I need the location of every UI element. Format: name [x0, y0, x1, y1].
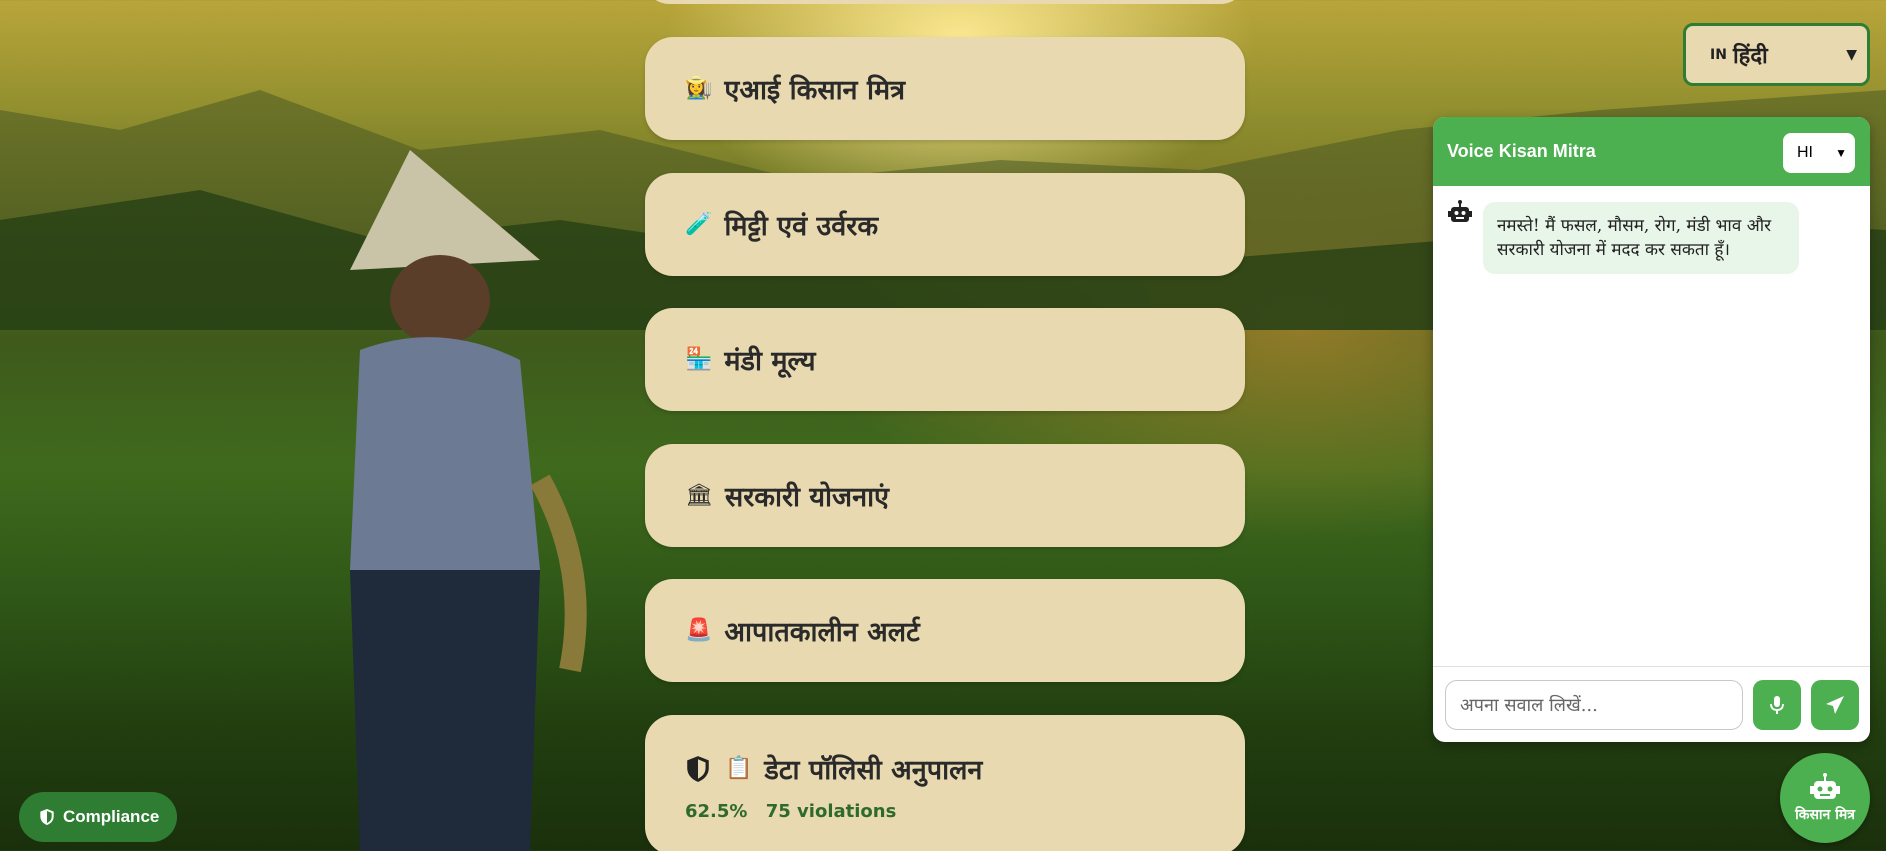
menu-card-label: सरकारी योजनाएं: [724, 482, 889, 513]
farmer-illustration: [350, 150, 587, 851]
language-select[interactable]: IN हिंदी ▼: [1683, 23, 1870, 86]
chat-title: Voice Kisan Mitra: [1447, 141, 1596, 161]
shield-icon: [40, 809, 54, 825]
chat-panel: Voice Kisan Mitra HI ▼ नमस्ते! मैं फसल, …: [1433, 117, 1870, 742]
menu-card-label: मंडी मूल्य: [724, 346, 816, 377]
kisan-mitra-fab[interactable]: किसान मित्र: [1780, 753, 1870, 843]
policy-stats: 62.5% 75 violations: [685, 801, 896, 822]
chat-footer: अपना सवाल लिखें...: [1433, 666, 1870, 742]
menu-card-soil-fertilizer[interactable]: 🧪 मिट्टी एवं उर्वरक: [645, 173, 1245, 276]
menu-card-label: मिट्टी एवं उर्वरक: [724, 211, 879, 242]
store-icon: 🏪: [685, 347, 713, 372]
microphone-icon: [1770, 695, 1784, 714]
compliance-label: Compliance: [63, 807, 160, 826]
chevron-down-icon: ▼: [1846, 46, 1857, 63]
menu-card-data-policy[interactable]: 📋 डेटा पॉलिसी अनुपालन 62.5% 75 violation…: [645, 715, 1245, 851]
chat-header: Voice Kisan Mitra HI ▼: [1433, 117, 1870, 186]
test-tube-icon: 🧪: [685, 212, 713, 237]
chat-language-value: HI: [1797, 144, 1813, 161]
menu-card-ai-kisan-mitra[interactable]: 👩‍🌾 एआई किसान मित्र: [645, 37, 1245, 140]
chat-language-select[interactable]: HI ▼: [1783, 133, 1855, 173]
flag-label: IN: [1710, 46, 1727, 63]
clipboard-icon: 📋: [725, 756, 753, 781]
send-button[interactable]: [1811, 679, 1859, 730]
menu-card-mandi-price[interactable]: 🏪 मंडी मूल्य: [645, 308, 1245, 411]
bot-message: नमस्ते! मैं फसल, मौसम, रोग, मंडी भाव और …: [1483, 202, 1799, 274]
policy-violations: 75 violations: [765, 801, 897, 822]
menu-card-govt-schemes[interactable]: 🏛 सरकारी योजनाएं: [645, 444, 1245, 547]
policy-title-row: 📋 डेटा पॉलिसी अनुपालन: [685, 750, 982, 787]
policy-percent: 62.5%: [685, 801, 748, 822]
chat-input[interactable]: अपना सवाल लिखें...: [1445, 679, 1743, 730]
language-selected: हिंदी: [1732, 43, 1768, 69]
government-building-icon: 🏛: [685, 483, 713, 508]
menu-card-label: एआई किसान मित्र: [724, 75, 905, 106]
robot-icon: [1448, 200, 1472, 222]
farmer-icon: 👩‍🌾: [685, 76, 713, 101]
chat-messages[interactable]: नमस्ते! मैं फसल, मौसम, रोग, मंडी भाव और …: [1433, 186, 1870, 655]
menu-card-emergency-alert[interactable]: 🚨 आपातकालीन अलर्ट: [645, 579, 1245, 682]
siren-icon: 🚨: [685, 618, 713, 643]
compliance-button[interactable]: Compliance: [19, 792, 177, 842]
menu-card-partial: [645, 0, 1245, 4]
send-icon: [1826, 695, 1844, 714]
menu-card-label: आपातकालीन अलर्ट: [724, 617, 920, 648]
shield-icon: [687, 755, 709, 782]
mic-button[interactable]: [1753, 679, 1801, 730]
policy-label: डेटा पॉलिसी अनुपालन: [764, 755, 983, 786]
chevron-down-icon: ▼: [1835, 146, 1847, 160]
fab-label: किसान मित्र: [1795, 806, 1855, 823]
robot-icon: [1810, 772, 1840, 799]
